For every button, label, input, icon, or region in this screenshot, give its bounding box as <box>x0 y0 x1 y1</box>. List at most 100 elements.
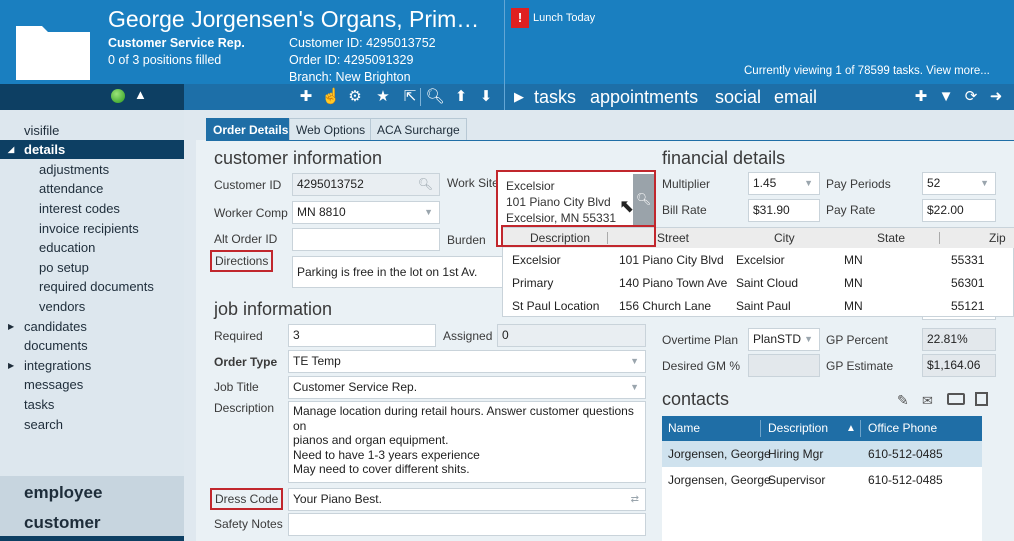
document-icon[interactable] <box>975 392 988 406</box>
multiplier-label: Multiplier <box>662 177 711 191</box>
toolbar-divider <box>420 88 421 106</box>
sidebar-item-invoice-recipients[interactable]: invoice recipients <box>0 219 184 238</box>
tasks-viewing-link[interactable]: Currently viewing 1 of 78599 tasks. View… <box>744 65 990 77</box>
desired-gm-input[interactable] <box>748 354 820 377</box>
collapsed-arrow-icon: ▶ <box>8 361 15 370</box>
dropdown-row[interactable]: Excelsior 101 Piano City Blvd Excelsior … <box>503 248 1014 271</box>
tab-appointments[interactable]: appointments <box>590 84 698 110</box>
sidebar-item-candidates[interactable]: ▶ candidates <box>0 317 184 336</box>
add-task-icon[interactable]: ✚ <box>911 84 931 110</box>
alert-icon[interactable]: ! <box>511 8 529 28</box>
multiplier-select[interactable]: 1.45 ▼ <box>748 172 820 195</box>
col-divider <box>860 420 861 437</box>
customer-id-field[interactable]: 4295013752 🔍︎ <box>292 173 440 196</box>
sort-ascending-icon[interactable]: ▲ <box>846 416 856 441</box>
burden-label: Burden <box>447 233 486 247</box>
pay-periods-select[interactable]: 52 ▼ <box>922 172 996 195</box>
worker-comp-select[interactable]: MN 8810 ▼ <box>292 201 440 224</box>
gp-percent-label: GP Percent <box>826 333 888 347</box>
dress-code-input[interactable]: Your Piano Best. ⇄ <box>288 488 646 511</box>
work-site-search-icon[interactable]: 🔍︎ <box>633 174 654 225</box>
sync-icon: ⇄ <box>630 494 639 505</box>
star-icon[interactable]: ★ <box>373 84 393 110</box>
cursor-icon: ⬉ <box>619 196 635 216</box>
sidebar-item-attendance[interactable]: attendance <box>0 179 184 198</box>
financial-heading: financial details <box>662 148 786 168</box>
overtime-select[interactable]: PlanSTD ▼ <box>748 328 820 351</box>
sidebar-item-adjustments[interactable]: adjustments <box>0 160 184 179</box>
dd-col-city[interactable]: City <box>774 228 795 248</box>
dd-col-state[interactable]: State <box>877 228 905 248</box>
sidebar-item-documents[interactable]: documents <box>0 336 184 355</box>
table-row[interactable]: Jorgensen, George Supervisor 610-512-048… <box>662 467 982 493</box>
required-input[interactable]: 3 <box>288 324 436 347</box>
filter-icon[interactable]: ▼ <box>936 84 956 110</box>
search-icon[interactable]: 🔍︎ <box>425 84 445 110</box>
refresh-icon[interactable]: ⟳ <box>961 84 981 110</box>
external-link-icon[interactable]: ⇱ <box>400 84 420 110</box>
chevron-down-icon: ▼ <box>980 178 989 188</box>
arrow-down-icon[interactable]: ⬇ <box>476 84 496 110</box>
tab-web-options[interactable]: Web Options <box>289 118 373 141</box>
chevron-down-icon: ▼ <box>804 334 813 344</box>
gp-percent-value: 22.81% <box>922 328 996 351</box>
warning-icon[interactable]: ▲ <box>134 87 147 102</box>
order-type-select[interactable]: TE Temp ▼ <box>288 350 646 373</box>
order-id-text: Order ID: 4295091329 <box>289 53 414 67</box>
sidebar-item-integrations[interactable]: ▶ integrations <box>0 356 184 375</box>
safety-notes-input[interactable] <box>288 513 646 536</box>
tab-aca-surcharge[interactable]: ACA Surcharge <box>370 118 467 141</box>
sidebar-item-visifile[interactable]: visifile <box>0 121 184 140</box>
bill-rate-input[interactable]: $31.90 <box>748 199 820 222</box>
mail-icon[interactable]: ✉ <box>922 393 933 409</box>
directions-input[interactable]: Parking is free in the lot on 1st Av. <box>292 256 504 288</box>
nav-employee[interactable]: employee <box>24 483 102 503</box>
sidebar-item-details[interactable]: ◢ details <box>0 140 184 159</box>
tools-icon[interactable]: ⚙ <box>345 84 365 110</box>
sidebar-item-vendors[interactable]: vendors <box>0 297 184 316</box>
search-icon[interactable]: 🔍︎ <box>418 174 433 195</box>
desired-gm-label: Desired GM % <box>662 359 741 373</box>
col-description[interactable]: Description <box>768 416 828 441</box>
record-toolbar: ✚ ☝ ⚙ ★ ⇱ 🔍︎ ⬆ ⬇ <box>184 84 504 110</box>
nav-customer[interactable]: customer <box>24 513 101 533</box>
pay-rate-input[interactable]: $22.00 <box>922 199 996 222</box>
gp-estimate-label: GP Estimate <box>826 359 894 373</box>
forward-icon[interactable]: ➜ <box>986 84 1006 110</box>
sidebar-item-interest-codes[interactable]: interest codes <box>0 199 184 218</box>
chevron-down-icon: ▼ <box>630 382 639 392</box>
col-office-phone[interactable]: Office Phone <box>868 416 937 441</box>
col-divider <box>760 420 761 437</box>
tab-tasks[interactable]: tasks <box>534 84 576 110</box>
chevron-down-icon: ▼ <box>630 356 639 366</box>
play-icon[interactable]: ▶ <box>509 84 529 110</box>
dd-col-street[interactable]: Street <box>657 228 689 248</box>
pointer-icon[interactable]: ☝ <box>321 84 341 110</box>
sidebar-item-messages[interactable]: messages <box>0 375 184 394</box>
dropdown-row[interactable]: St Paul Location 156 Church Lane Saint P… <box>503 294 1014 317</box>
directions-label: Directions <box>210 250 274 272</box>
sidebar-item-education[interactable]: education <box>0 238 184 257</box>
contact-card-icon[interactable] <box>947 393 965 405</box>
dress-code-label: Dress Code <box>210 488 284 510</box>
tab-social[interactable]: social <box>715 84 761 110</box>
add-icon[interactable]: ✚ <box>296 84 316 110</box>
dd-col-zip[interactable]: Zip <box>989 228 1006 248</box>
edit-pencil-icon[interactable]: ✎ <box>897 392 909 409</box>
tab-email[interactable]: email <box>774 84 817 110</box>
dropdown-row[interactable]: Primary 140 Piano Town Ave Saint Cloud M… <box>503 271 1014 294</box>
sidebar-item-search[interactable]: search <box>0 415 184 434</box>
tab-order-details[interactable]: Order Details <box>206 118 296 141</box>
record-title: George Jorgensen's Organs, Prim… <box>108 6 480 32</box>
alert-label[interactable]: Lunch Today <box>533 12 595 24</box>
col-name[interactable]: Name <box>668 416 700 441</box>
alt-order-input[interactable] <box>292 228 440 251</box>
arrow-up-icon[interactable]: ⬆ <box>451 84 471 110</box>
description-textarea[interactable]: Manage location during retail hours. Ans… <box>288 401 646 483</box>
sidebar-item-po-setup[interactable]: po setup <box>0 258 184 277</box>
job-title-select[interactable]: Customer Service Rep. ▼ <box>288 376 646 399</box>
task-tabs-bar: ▶ tasks appointments social email ✚ ▼ ⟳ … <box>505 84 1014 110</box>
sidebar-item-required-documents[interactable]: required documents <box>0 277 184 296</box>
sidebar-item-tasks[interactable]: tasks <box>0 395 184 414</box>
table-row[interactable]: Jorgensen, George Hiring Mgr 610-512-048… <box>662 441 982 467</box>
